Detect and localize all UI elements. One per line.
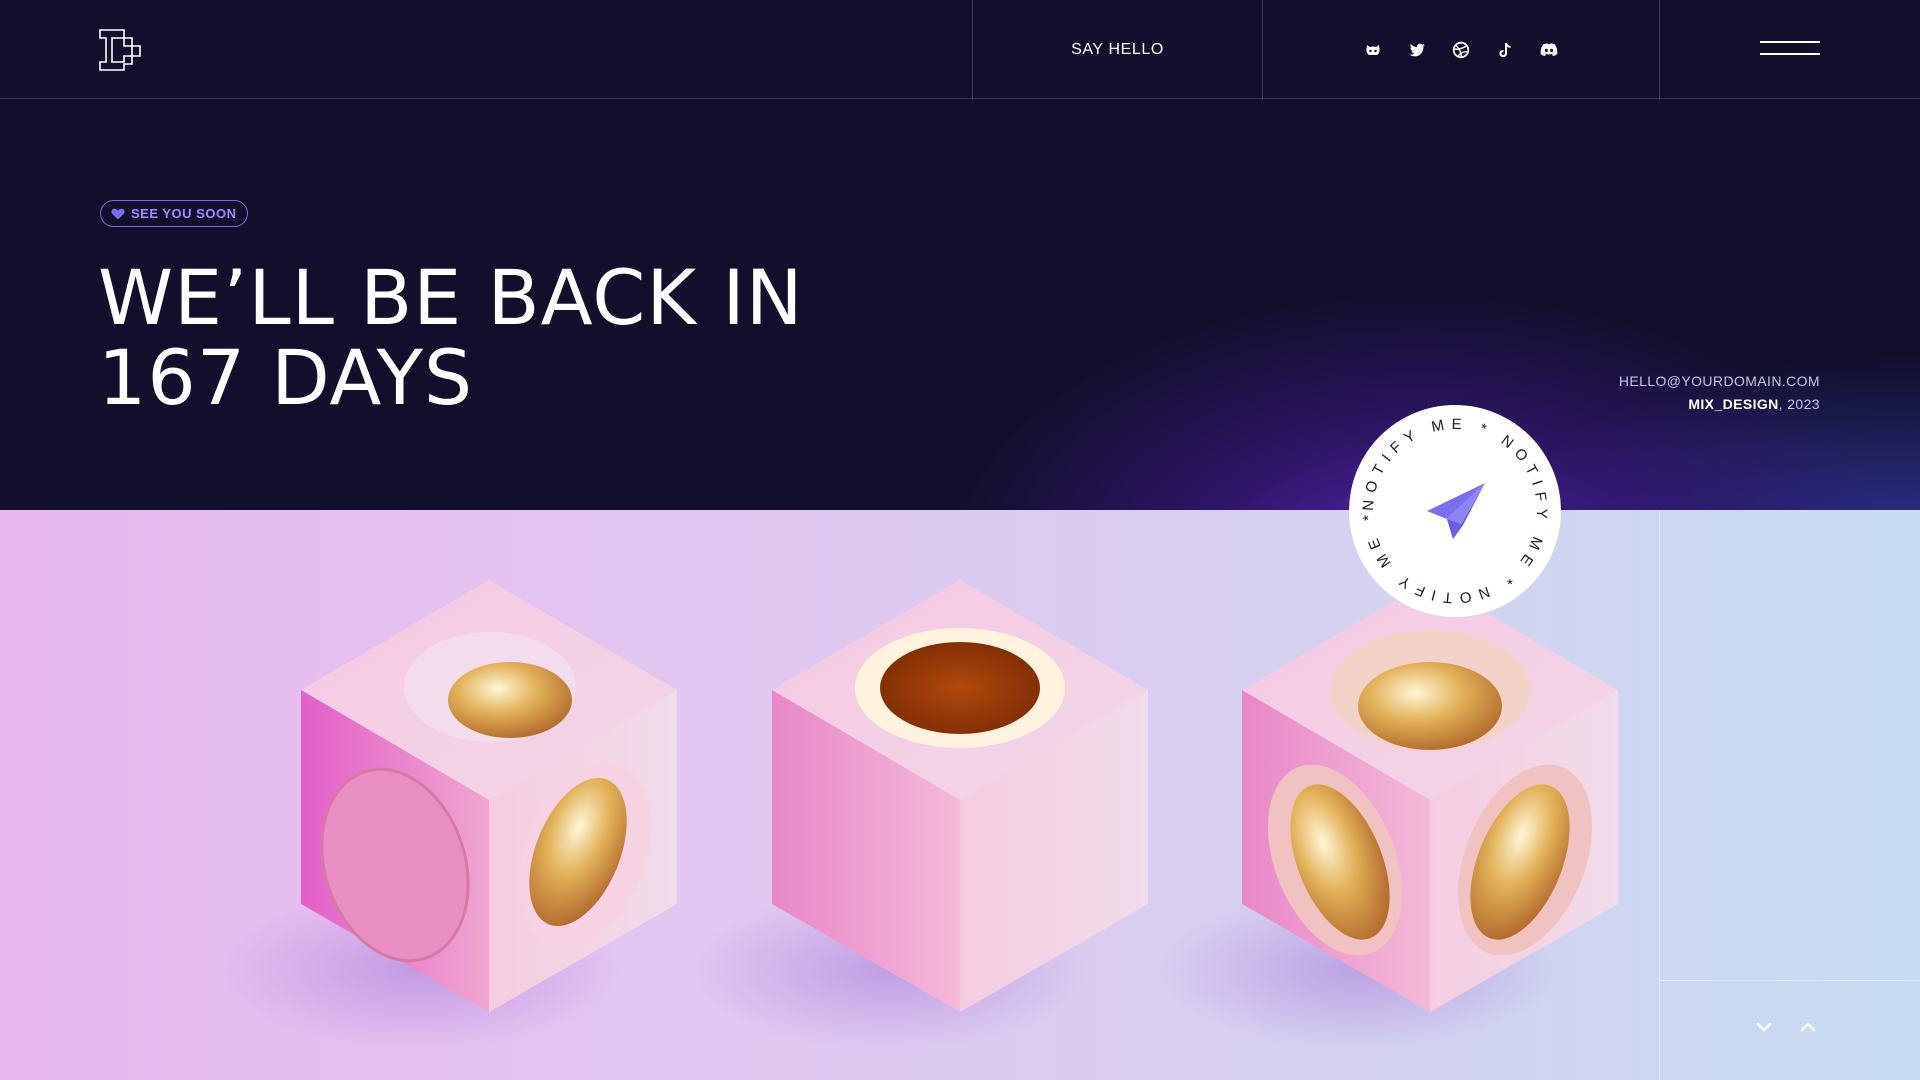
github-icon[interactable] xyxy=(1362,39,1384,61)
notify-me-button[interactable]: NOTIFY ME * NOTIFY ME * NOTIFY ME * xyxy=(1349,405,1561,617)
headline-line-1: WE’LL BE BACK IN xyxy=(98,253,804,342)
say-hello-link[interactable]: SAY HELLO xyxy=(973,0,1262,99)
hamburger-menu-icon[interactable] xyxy=(1760,38,1820,62)
credit-line: MIX_DESIGN, 2023 xyxy=(1619,393,1820,416)
paper-plane-icon xyxy=(1427,483,1485,539)
headline-line-2: 167 DAYS xyxy=(98,333,474,422)
see-you-soon-badge: SEE YOU SOON xyxy=(100,200,249,227)
page-title: WE’LL BE BACK IN 167 DAYS xyxy=(98,258,998,418)
year-text: , 2023 xyxy=(1778,396,1820,412)
brand-name[interactable]: MIX_DESIGN xyxy=(1688,396,1778,412)
contact-info: HELLO@YOURDOMAIN.COM MIX_DESIGN, 2023 xyxy=(1619,370,1820,416)
cubes-illustration xyxy=(220,580,1618,1050)
header-divider xyxy=(1659,0,1660,99)
social-links xyxy=(1262,0,1659,99)
hero-image xyxy=(0,510,1920,1080)
heart-icon xyxy=(111,208,125,219)
logo-icon[interactable] xyxy=(98,28,142,72)
hero-section: SAY HELLO SEE YOU SOON WE’LL BE BACK IN … xyxy=(0,0,1920,510)
discord-icon[interactable] xyxy=(1538,39,1560,61)
dribbble-icon[interactable] xyxy=(1450,39,1472,61)
panel-divider xyxy=(1659,980,1920,981)
twitter-icon[interactable] xyxy=(1406,39,1428,61)
badge-label: SEE YOU SOON xyxy=(131,206,237,221)
panel-divider xyxy=(1659,510,1660,1080)
chevron-up-icon[interactable] xyxy=(1800,1022,1824,1046)
tiktok-icon[interactable] xyxy=(1494,39,1516,61)
site-header: SAY HELLO xyxy=(0,0,1920,99)
email-link[interactable]: HELLO@YOURDOMAIN.COM xyxy=(1619,370,1820,393)
chevron-down-icon[interactable] xyxy=(1756,1022,1780,1046)
